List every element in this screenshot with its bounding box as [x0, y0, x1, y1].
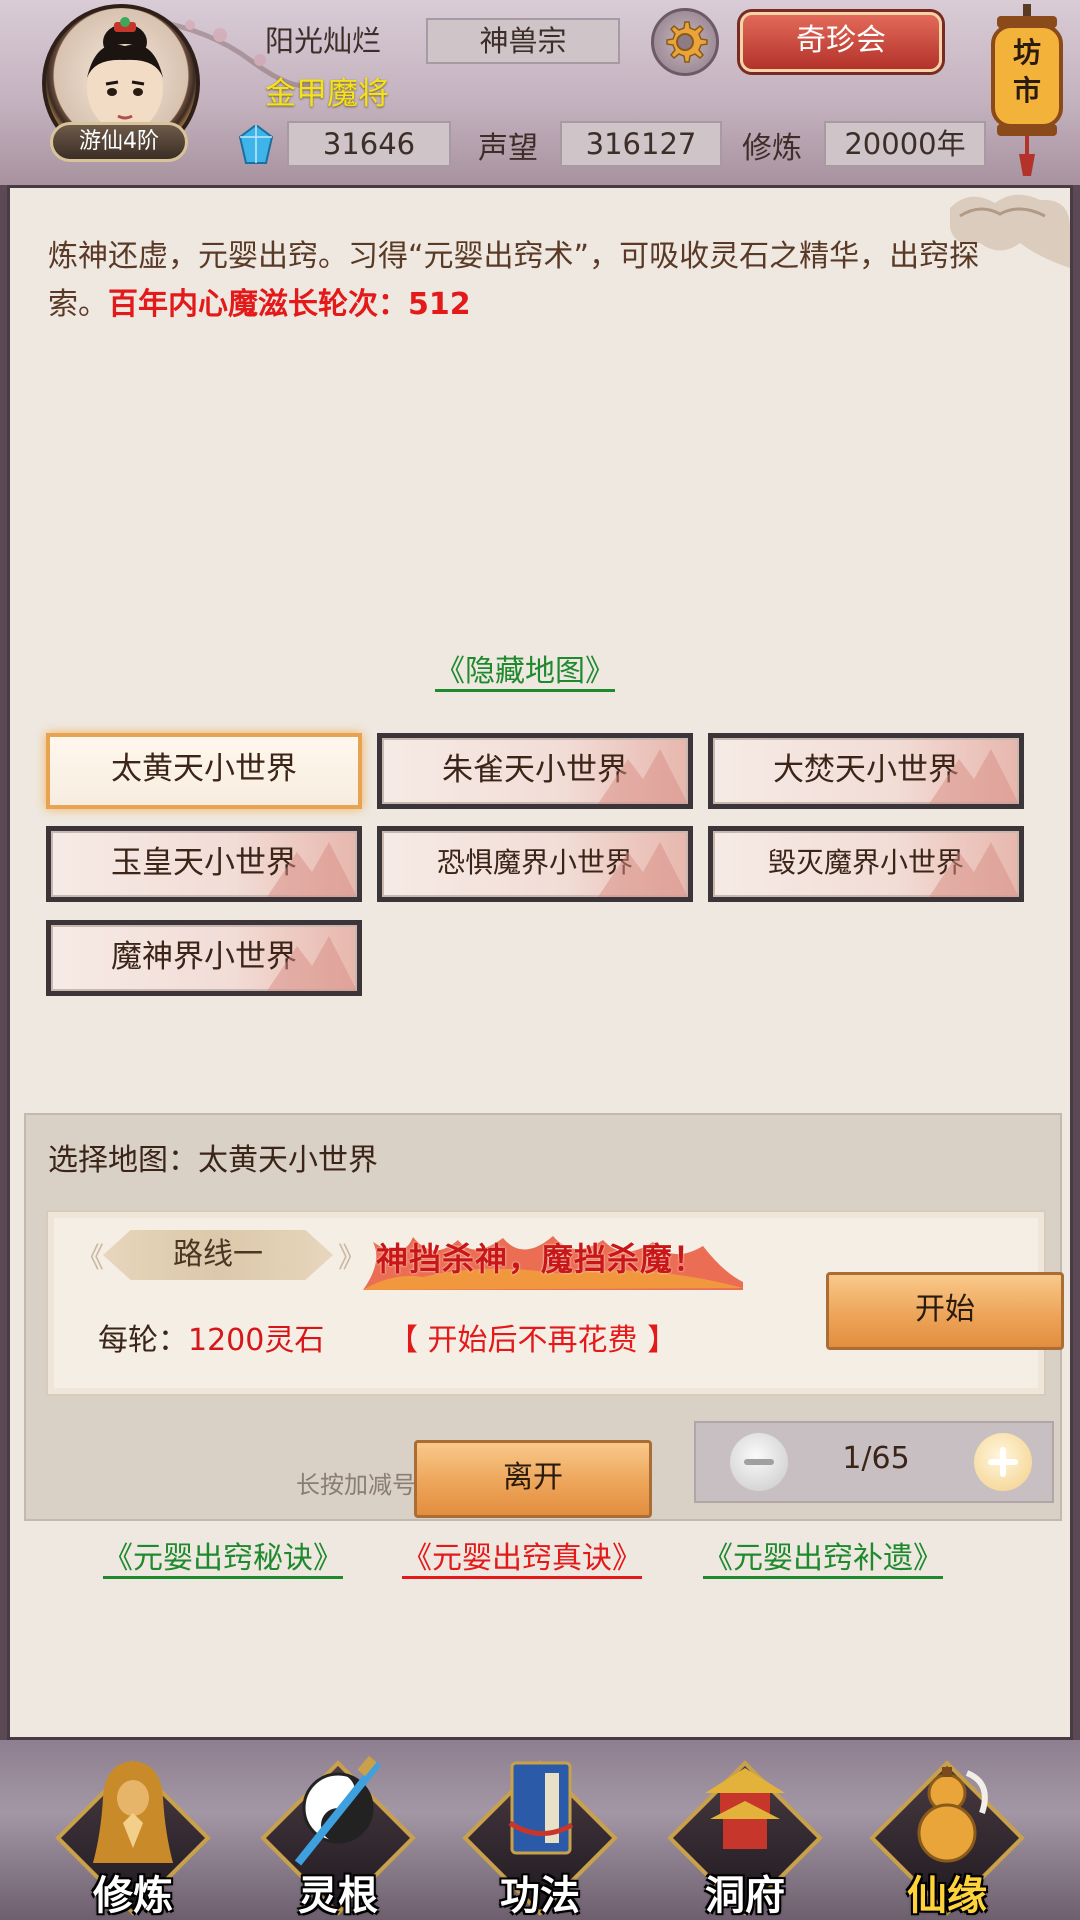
map-button-zhuque[interactable]: 朱雀天小世界: [377, 733, 693, 809]
spirit-crystal-count: 31646: [287, 121, 451, 167]
nav-label: 功法: [500, 1873, 580, 1919]
battle-slogan: 神挡杀神，魔挡杀魔！: [376, 1240, 707, 1278]
mountain-icon: [598, 842, 688, 897]
map-label: 太黄天小世界: [111, 751, 297, 787]
start-button[interactable]: 开始: [826, 1272, 1064, 1350]
settings-button[interactable]: [651, 8, 719, 76]
no-fee-note: 【 开始后不再花费 】: [388, 1323, 678, 1358]
gear-icon: [666, 21, 708, 63]
per-round-label: 每轮：: [98, 1323, 188, 1358]
sect-name: 神兽宗: [426, 18, 620, 64]
guide-link-secret[interactable]: 《元婴出窍秘诀》: [103, 1533, 343, 1577]
nav-label: 仙缘: [907, 1873, 987, 1919]
nav-label: 灵根: [298, 1873, 378, 1919]
selected-map-label: 选择地图：太黄天小世界: [48, 1143, 378, 1178]
hidden-map-link[interactable]: 《隐藏地图》: [435, 646, 615, 690]
nav-techniques[interactable]: 功法: [455, 1748, 625, 1919]
cultivation-value: 20000年: [824, 121, 986, 167]
map-button-dafen[interactable]: 大焚天小世界: [708, 733, 1024, 809]
leave-button[interactable]: 离开: [414, 1440, 652, 1518]
map-button-yuhuang[interactable]: 玉皇天小世界: [46, 826, 362, 902]
map-button-taihuang[interactable]: 太黄天小世界: [46, 733, 362, 809]
map-button-destruction-demon-realm[interactable]: 毁灭魔界小世界: [708, 826, 1024, 902]
nav-spirit-root[interactable]: 灵根: [253, 1748, 423, 1919]
player-name: 阳光灿烂: [265, 24, 382, 58]
nav-label: 修炼: [93, 1873, 173, 1919]
yin-yang-sword-icon: [294, 1755, 382, 1866]
increase-button[interactable]: [974, 1433, 1032, 1491]
mountain-icon: [267, 842, 357, 897]
pagoda-icon: [705, 1768, 785, 1849]
mountain-icon: [929, 842, 1019, 897]
guide-link-true[interactable]: 《元婴出窍真诀》: [402, 1533, 642, 1577]
bottom-navigation: 修炼 灵根 功法 洞府 仙缘: [0, 1740, 1080, 1920]
guide-link-supplement[interactable]: 《元婴出窍补遗》: [703, 1533, 943, 1577]
meditating-monk-icon: [93, 1761, 173, 1863]
spirit-crystal-icon: [238, 125, 274, 164]
cultivation-label: 修炼: [742, 131, 802, 166]
plus-icon: [988, 1447, 1018, 1477]
per-round-cost: 每轮：1200灵石: [98, 1315, 324, 1359]
map-button-demon-god-realm[interactable]: 魔神界小世界: [46, 920, 362, 996]
chevron-left-icon: 《: [76, 1241, 105, 1274]
reputation-value: 316127: [560, 121, 722, 167]
gourd-icon: [917, 1767, 988, 1863]
mountain-icon: [929, 749, 1019, 804]
decrease-button[interactable]: [730, 1433, 788, 1491]
quantity-value: 1/65: [842, 1441, 910, 1476]
player-title: 金甲魔将: [265, 76, 389, 112]
route-card: 《 路线一 》 神挡杀神，魔挡杀魔！ 每轮：1200灵石 【 开始后不再花费 】…: [46, 1210, 1064, 1396]
nav-cave-dwelling[interactable]: 洞府: [660, 1748, 830, 1919]
treasure-auction-button[interactable]: 奇珍会: [740, 12, 942, 72]
nav-immortal-fate[interactable]: 仙缘: [862, 1748, 1032, 1919]
per-round-cost-value: 1200灵石: [188, 1323, 325, 1358]
mountain-icon: [267, 936, 357, 991]
nav-label: 洞府: [705, 1873, 785, 1919]
nav-cultivation[interactable]: 修炼: [48, 1748, 218, 1919]
rank-badge: 游仙4阶: [50, 122, 188, 162]
minus-icon: [744, 1459, 774, 1465]
quantity-stepper: 1/65: [694, 1421, 1054, 1503]
mountain-icon: [598, 749, 688, 804]
top-status-bar: 游仙4阶 阳光灿烂 金甲魔将 神兽宗 奇珍会 坊市 31646 声望 31612…: [0, 0, 1080, 185]
map-button-fear-demon-realm[interactable]: 恐惧魔界小世界: [377, 826, 693, 902]
inner-demon-rounds: 百年内心魔滋长轮次：512: [108, 287, 471, 322]
scripture-book-icon: [508, 1761, 574, 1855]
market-lantern-button[interactable]: 坊市: [985, 4, 1070, 176]
chevron-right-icon: 》: [338, 1241, 367, 1274]
player-avatar[interactable]: 游仙4阶: [38, 4, 203, 169]
reputation-label: 声望: [478, 131, 538, 166]
route-name: 路线一: [103, 1230, 333, 1280]
market-lantern-label: 坊市: [1012, 36, 1041, 107]
realm-description: 炼神还虚，元婴出窍。习得“元婴出窍术”，可吸收灵石之精华，出窍探索。百年内心魔滋…: [48, 233, 988, 329]
